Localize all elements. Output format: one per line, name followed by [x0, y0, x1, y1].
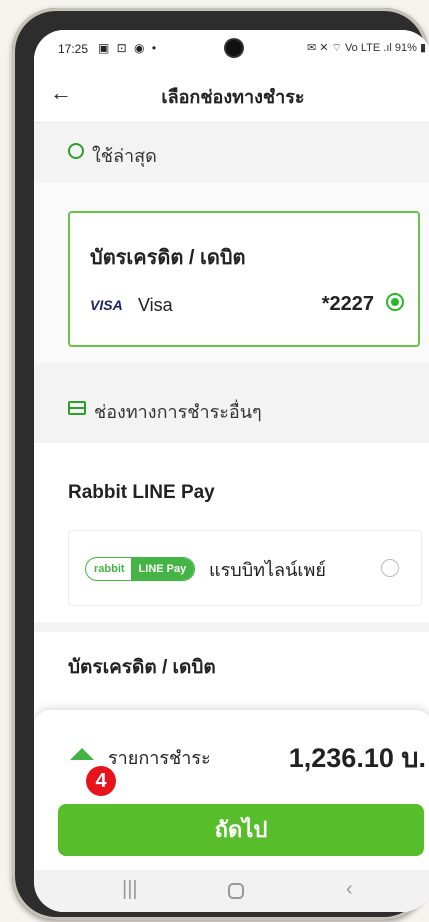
recent-card-option[interactable]: บัตรเครดิต / เดบิต VISA Visa *2227 — [68, 211, 420, 347]
rabbit-line-pay-option[interactable]: rabbit LINE Pay แรบบิทไลน์เพย์ — [68, 530, 422, 606]
history-icon — [68, 143, 84, 159]
rabbit-line-pay-logo: rabbit LINE Pay — [85, 557, 196, 581]
section-divider — [34, 622, 429, 632]
visa-logo: VISA — [90, 297, 123, 313]
next-button[interactable]: ถัดไป — [58, 804, 424, 856]
status-indicators: ✉ ✕ ⌔ Vo LTE .ıl 91% ▮ — [307, 42, 426, 54]
phone-frame: 17:25 ▣ ⊡ ◉ • ✉ ✕ ⌔ Vo LTE .ıl 91% ▮ ← เ… — [12, 8, 429, 920]
summary-label[interactable]: รายการชำระ — [108, 743, 211, 772]
notification-icons: ▣ ⊡ ◉ • — [98, 41, 159, 55]
other-section-header: ช่องทางการชำระอื่นๆ — [34, 363, 429, 443]
unselected-radio-icon[interactable] — [381, 559, 399, 577]
recent-label: ใช้ล่าสุด — [92, 146, 157, 166]
page-title: เลือกช่องทางชำระ — [161, 87, 305, 107]
nav-back-icon[interactable]: ‹ — [346, 878, 353, 901]
logo-linepay-text: LINE Pay — [130, 558, 195, 580]
recent-apps-icon[interactable]: ||| — [122, 878, 138, 901]
recent-section-header: ใช้ล่าสุด — [34, 123, 429, 183]
logo-rabbit-text: rabbit — [94, 563, 125, 575]
system-nav-bar: ||| ‹ — [34, 870, 429, 912]
step-badge: 4 — [86, 766, 116, 796]
screen: 17:25 ▣ ⊡ ◉ • ✉ ✕ ⌔ Vo LTE .ıl 91% ▮ ← เ… — [34, 30, 429, 912]
top-bar: ← เลือกช่องทางชำระ — [34, 66, 429, 123]
summary-amount: 1,236.10 บ. — [288, 743, 426, 773]
credit-card-heading: บัตรเครดิต / เดบิต — [68, 657, 216, 678]
selected-radio-icon[interactable] — [386, 293, 404, 311]
expand-triangle-icon[interactable] — [70, 748, 94, 760]
list-icon — [68, 401, 86, 415]
status-time: 17:25 — [58, 42, 89, 56]
camera-icon — [226, 40, 242, 56]
other-label: ช่องทางการชำระอื่นๆ — [94, 402, 262, 422]
rabbit-line-pay-heading: Rabbit LINE Pay — [68, 482, 215, 503]
rabbit-line-pay-name: แรบบิทไลน์เพย์ — [209, 560, 326, 580]
card-title: บัตรเครดิต / เดบิต — [90, 247, 246, 269]
card-name: Visa — [138, 295, 173, 315]
home-icon[interactable] — [228, 883, 244, 899]
card-number: *2227 — [321, 293, 374, 315]
status-bar: 17:25 ▣ ⊡ ◉ • ✉ ✕ ⌔ Vo LTE .ıl 91% ▮ — [34, 30, 429, 66]
